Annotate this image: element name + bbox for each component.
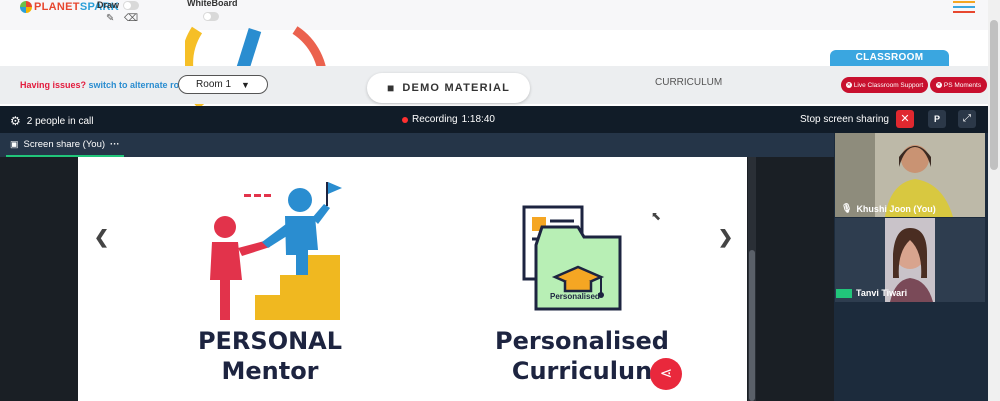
eraser-icon[interactable]: ⌫ [124,13,138,24]
share-icon: ⋖ [659,365,673,382]
share-scrollbar-thumb[interactable] [749,250,755,401]
share-fab-button[interactable]: ⋖ [650,358,682,390]
mouse-cursor-icon: ⬉ [651,209,662,223]
whiteboard-label: WhiteBoard [187,0,238,8]
room-select[interactable]: Room 1 ▼ [178,75,268,94]
whiteboard-toggle[interactable] [203,12,219,21]
alternate-room-link[interactable]: switch to alternate room [89,80,193,90]
caret-down-icon: ▼ [241,79,250,90]
close-circle-icon: ✕ [845,82,852,88]
previous-slide-icon[interactable]: ❮ [94,227,109,248]
speaking-indicator-icon [836,288,852,298]
draw-label: Draw [97,0,120,10]
fullscreen-button[interactable]: ⤢ [958,110,976,128]
more-options-icon[interactable]: ··· [110,139,120,150]
folder-label: Personalised [550,292,600,301]
demo-material-button[interactable]: ■ DEMO MATERIAL [367,73,530,103]
share-tab-bar [0,133,834,157]
microphone-icon: 🎙 [841,203,853,213]
recording-dot-icon [402,116,408,123]
ps-moments-button[interactable]: ✕ PS Moments [930,77,987,93]
expand-icon: ⤢ [963,113,971,124]
classroom-tab[interactable]: CLASSROOM [830,50,949,66]
people-count[interactable]: ⚙ 2 people in call [10,114,93,128]
mentor-illustration-icon [210,182,342,320]
pencil-icon[interactable]: ✎ [106,13,114,24]
page-scrollbar[interactable] [988,0,1000,401]
monitor-icon: ▣ [10,139,19,149]
draw-toggle[interactable] [123,1,139,10]
personal-mentor-title: PERSONAL Mentor [197,327,343,385]
close-icon: ✕ [900,113,910,125]
logo-mark-icon [20,1,32,13]
curriculum-tab[interactable]: CURRICULUM [655,77,722,88]
gear-icon[interactable]: ⚙ [10,114,21,128]
participant-name-tanvi: Tanvi Tiwari [836,288,907,298]
p-button[interactable]: P [928,110,946,128]
stop-sharing-label: Stop screen sharing [800,114,889,125]
recording-status: Recording 1:18:40 [402,114,495,125]
issues-notice: Having issues? switch to alternate room [20,80,193,90]
live-classroom-support-button[interactable]: ✕ Live Classroom Support [841,77,928,93]
close-circle-icon: ✕ [935,82,942,88]
participant-name-khushi: 🎙 Khushi Joon (You) [841,203,936,214]
page-scrollbar-thumb[interactable] [990,20,998,170]
folder-icon: ■ [386,81,396,95]
tab-screen-share[interactable]: ▣ Screen share (You) ··· [10,139,120,150]
top-bar [0,0,988,30]
next-slide-icon[interactable]: ❯ [718,227,733,248]
menu-icon[interactable] [953,1,975,16]
stop-sharing-button[interactable]: ✕ [896,110,914,128]
